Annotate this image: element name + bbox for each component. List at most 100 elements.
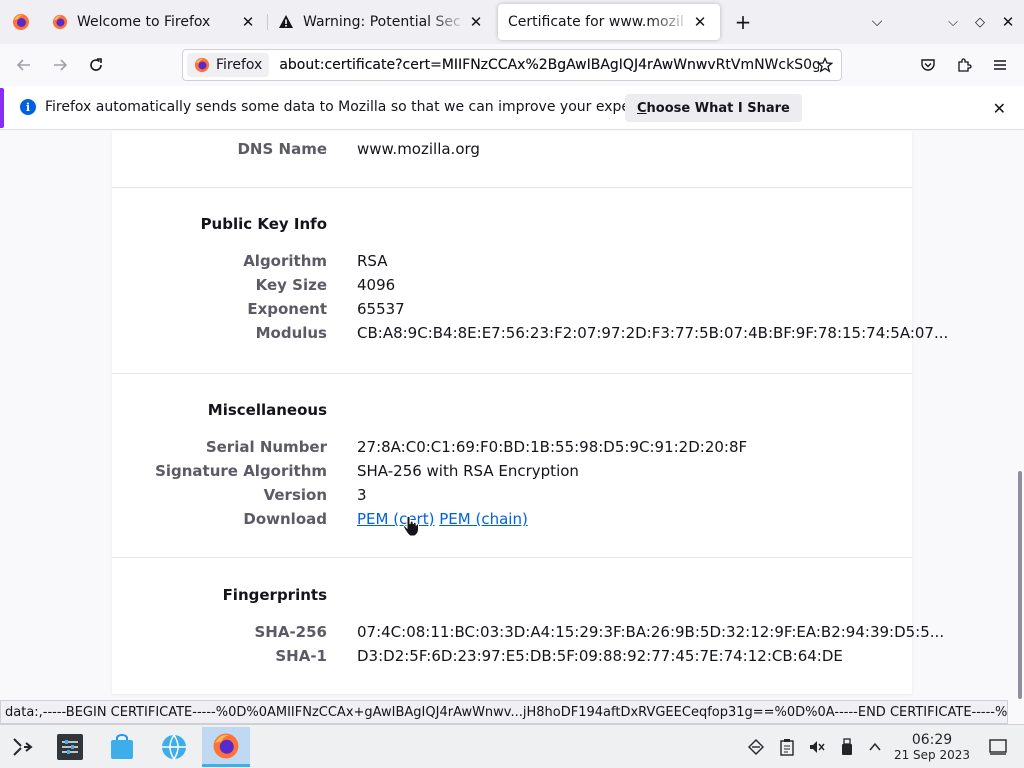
firefox-icon (213, 733, 239, 758)
pocket-button[interactable] (912, 49, 944, 81)
scrollbar-thumb[interactable] (1018, 471, 1022, 699)
tab-title: Certificate for www.mozilla.org (508, 14, 684, 30)
plus-icon: + (734, 10, 752, 34)
back-button[interactable] (8, 49, 40, 81)
globe-icon (162, 734, 186, 760)
row-label: Serial Number (205, 438, 327, 456)
muted-speaker-icon (810, 741, 825, 753)
minimize-button[interactable]: ⌵ (938, 7, 968, 37)
section-title: Fingerprints (222, 586, 327, 604)
chevron-down-icon: ⌵ (948, 14, 958, 30)
info-row: SHA-1 D3:D2:5F:6D:23:97:E5:DB:5F:09:88:9… (112, 647, 912, 671)
choose-what-i-share-button[interactable]: Choose What I Share (625, 94, 802, 122)
notification-accent (0, 88, 4, 128)
back-arrow-icon (16, 59, 30, 71)
taskbar: 06:29 21 Sep 2023 (0, 724, 1024, 768)
close-icon: ✕ (1001, 13, 1015, 31)
extensions-button[interactable] (948, 49, 980, 81)
info-row: Serial Number 27:8A:C0:C1:69:F0:BD:1B:55… (112, 438, 912, 462)
usb-device-tray[interactable] (837, 737, 857, 757)
tab-strip: Welcome to Firefox ✕ Warning: Potential … (0, 0, 1024, 44)
certificate-card: DNS Name www.mozilla.org Public Key Info… (112, 131, 948, 694)
identity-label: Firefox (216, 57, 263, 73)
identity-box[interactable]: Firefox (187, 53, 270, 77)
tab-title: Warning: Potential Security Risk Ahead (303, 14, 460, 30)
application-launcher-button[interactable] (4, 729, 40, 765)
close-tab-icon[interactable]: ✕ (238, 12, 258, 32)
taskbar-settings-app[interactable] (52, 729, 88, 765)
row-value: 27:8A:C0:C1:69:F0:BD:1B:55:98:D5:9C:91:2… (357, 438, 748, 456)
url-input[interactable]: about:certificate?cert=MIIFNzCCAx%2BgAwI… (279, 57, 819, 73)
button-label: hoose What I Share (646, 100, 790, 116)
hand-cursor-icon (402, 515, 419, 537)
taskbar-store-app[interactable] (104, 729, 140, 765)
clipboard-icon (780, 739, 794, 756)
chevron-down-icon: ⌵ (871, 14, 883, 30)
link-status-panel: data:,-----BEGIN CERTIFICATE-----%0D%0AM… (0, 700, 1008, 724)
download-pem-chain-link[interactable]: PEM (chain) (439, 510, 528, 528)
info-row: Algorithm RSA (112, 252, 912, 276)
store-bag-icon (111, 734, 133, 759)
info-row: DNS Name www.mozilla.org (112, 140, 912, 164)
row-value: CB:A8:9C:B4:8E:E7:56:23:F2:07:97:2D:F3:7… (357, 324, 949, 342)
close-window-button[interactable]: ✕ (993, 7, 1023, 37)
taskbar-browser-app[interactable] (156, 729, 192, 765)
notification-message: Firefox automatically sends some data to… (45, 99, 678, 115)
navigation-toolbar: Firefox about:certificate?cert=MIIFNzCCA… (0, 44, 1024, 86)
url-bar[interactable]: Firefox about:certificate?cert=MIIFNzCCA… (182, 49, 842, 81)
download-pem-cert-link[interactable]: PEM (cert) (357, 510, 434, 528)
tab-security-warning[interactable]: Warning: Potential Security Risk Ahead ✕ (268, 4, 496, 40)
row-value: www.mozilla.org (357, 140, 480, 158)
download-row: Download PEM (cert) PEM (chain) (112, 510, 912, 534)
new-tab-button[interactable]: + (728, 7, 758, 37)
miscellaneous-section: Miscellaneous Serial Number 27:8A:C0:C1:… (112, 374, 912, 558)
maximize-button[interactable]: ◇ (965, 7, 995, 37)
info-row: Version 3 (112, 486, 912, 510)
fingerprints-section: Fingerprints SHA-256 07:4C:08:11:BC:03:3… (112, 558, 945, 694)
page-scrollbar[interactable] (1016, 131, 1024, 699)
close-tab-icon[interactable]: ✕ (690, 12, 710, 32)
tab-certificate[interactable]: Certificate for www.mozilla.org ✕ (498, 4, 720, 40)
taskbar-firefox-app[interactable] (202, 727, 250, 767)
network-tray[interactable] (746, 737, 766, 757)
digital-clock[interactable]: 06:29 21 Sep 2023 (890, 733, 974, 763)
clock-date: 21 Sep 2023 (893, 748, 971, 762)
firefox-icon (52, 14, 68, 30)
warning-icon (278, 14, 294, 30)
firefox-view-button[interactable] (0, 0, 42, 44)
show-hidden-tray[interactable] (865, 737, 885, 757)
show-desktop-button[interactable] (988, 737, 1008, 757)
download-links: PEM (cert) PEM (chain) (357, 510, 528, 528)
info-icon: i (20, 99, 36, 115)
row-label: Modulus (255, 324, 327, 342)
close-notification-icon[interactable]: ✕ (993, 99, 1006, 118)
row-value: SHA-256 with RSA Encryption (357, 462, 579, 480)
close-tab-icon[interactable]: ✕ (466, 12, 486, 32)
public-key-section: Public Key Info Algorithm RSA Key Size 4… (112, 188, 948, 374)
forward-arrow-icon (54, 59, 68, 71)
bookmark-star-icon[interactable] (815, 55, 835, 75)
tab-welcome[interactable]: Welcome to Firefox ✕ (42, 4, 268, 40)
diamond-icon: ◇ (975, 14, 985, 30)
volume-tray[interactable] (807, 737, 827, 757)
app-menu-button[interactable] (984, 49, 1016, 81)
row-value: RSA (357, 252, 388, 270)
row-label: Exponent (247, 300, 327, 318)
pocket-icon (921, 59, 935, 71)
forward-button[interactable] (44, 49, 76, 81)
reload-button[interactable] (80, 49, 112, 81)
row-label: Key Size (255, 276, 327, 294)
info-row: Exponent 65537 (112, 300, 912, 324)
firefox-icon (13, 14, 29, 30)
reload-icon (90, 58, 102, 71)
clock-time: 06:29 (911, 732, 953, 748)
usb-drive-icon (842, 738, 852, 755)
clipboard-tray[interactable] (777, 737, 797, 757)
row-value: 4096 (357, 276, 396, 294)
list-all-tabs-button[interactable]: ⌵ (862, 7, 892, 37)
page-content: DNS Name www.mozilla.org Public Key Info… (0, 131, 1024, 698)
section-title: Miscellaneous (207, 401, 327, 419)
chevron-up-icon (869, 742, 881, 751)
row-value: D3:D2:5F:6D:23:97:E5:DB:5F:09:88:92:77:4… (357, 647, 843, 665)
info-row: SHA-256 07:4C:08:11:BC:03:3D:A4:15:29:3F… (112, 623, 944, 647)
